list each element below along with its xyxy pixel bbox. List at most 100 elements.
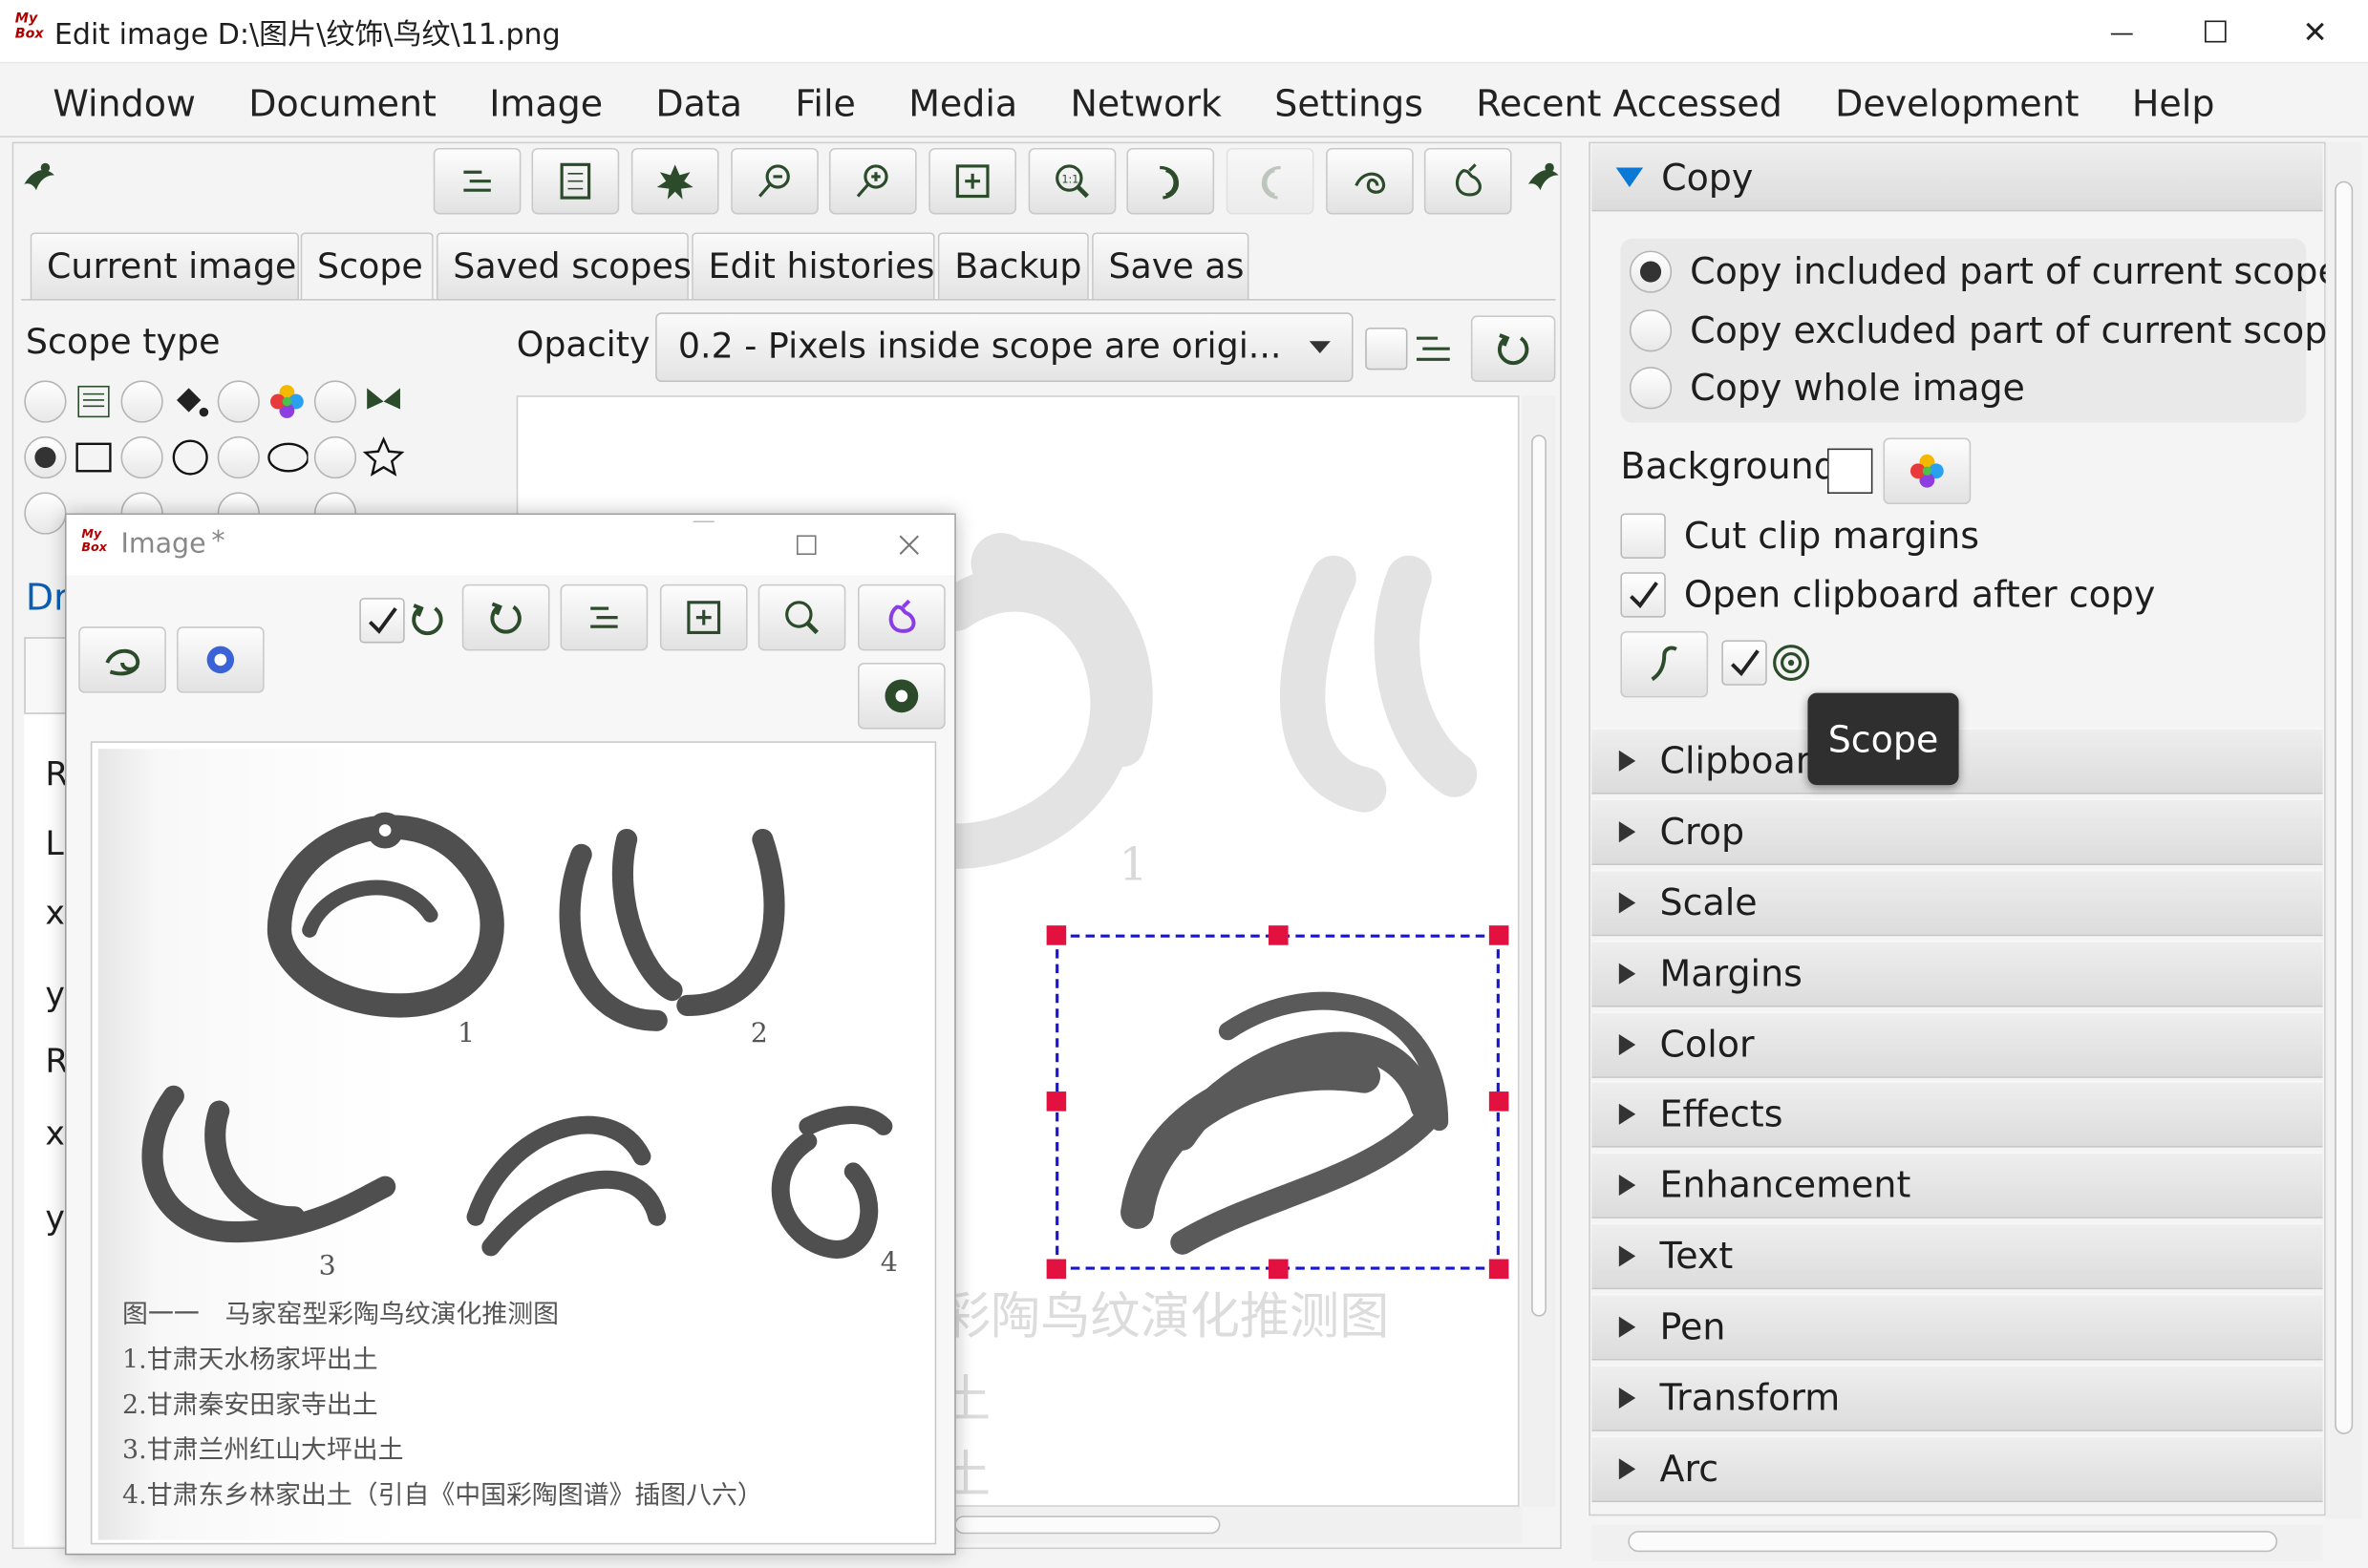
section-effects[interactable]: Effects [1591, 1080, 2323, 1148]
menu-window[interactable]: Window [53, 83, 196, 125]
resize-handle[interactable] [1046, 1091, 1067, 1112]
section-enhancement[interactable]: Enhancement [1591, 1152, 2323, 1218]
color-palette-button[interactable] [1883, 437, 1972, 505]
scope-radio-rectangle[interactable] [24, 435, 67, 479]
close-button[interactable]: ✕ [2277, 0, 2353, 63]
scope-radio-rectangle-color[interactable] [24, 492, 67, 535]
tab-scope[interactable]: Scope [300, 232, 434, 300]
menu-media[interactable]: Media [908, 83, 1017, 125]
popup-actual-size-icon[interactable] [757, 583, 846, 651]
copy-option-whole[interactable]: Copy whole image [1629, 367, 2025, 410]
popup-fit-window-icon[interactable] [659, 583, 748, 651]
resize-handle[interactable] [1046, 1259, 1067, 1280]
opacity-checkbox[interactable] [1365, 328, 1408, 371]
undo-icon[interactable] [1126, 147, 1215, 215]
align-button[interactable] [433, 147, 522, 215]
popup-close-button[interactable] [891, 527, 928, 563]
scrollbar-thumb[interactable] [954, 1515, 1221, 1535]
leaf-button[interactable] [630, 147, 719, 215]
scrollbar-thumb[interactable] [2335, 180, 2354, 1434]
inner-tab[interactable] [24, 637, 67, 716]
resize-handle[interactable] [1269, 925, 1289, 945]
background-color-swatch[interactable] [1827, 448, 1873, 494]
popup-image-area[interactable]: 1 2 3 4 图一一 马家窑型彩陶鸟纹演化推测图 1.甘肃天水杨家坪出土 2.… [90, 741, 937, 1545]
radio-excluded[interactable] [1629, 309, 1673, 352]
scrollbar-thumb[interactable] [1531, 434, 1547, 1317]
opacity-select[interactable]: 0.2 - Pixels inside scope are origi... [655, 312, 1354, 382]
popup-maximize-button[interactable] [788, 527, 824, 563]
open-clipboard-checkbox[interactable] [1620, 572, 1666, 618]
document-button[interactable] [531, 147, 620, 215]
radio-included[interactable] [1629, 250, 1673, 293]
redo-icon[interactable] [1226, 147, 1314, 215]
menu-document[interactable]: Document [248, 83, 437, 125]
menu-file[interactable]: File [795, 83, 856, 125]
resize-handle[interactable] [1488, 1259, 1509, 1280]
vertical-scrollbar[interactable] [1522, 395, 1556, 1507]
tab-saved-scopes[interactable]: Saved scopes [436, 232, 692, 300]
horizontal-scrollbar[interactable] [954, 1506, 1523, 1543]
section-margins[interactable]: Margins [1591, 940, 2323, 1007]
scope-radio-ellipse[interactable] [217, 435, 260, 479]
section-transform[interactable]: Transform [1591, 1365, 2323, 1431]
open-clipboard-option[interactable]: Open clipboard after copy [1620, 572, 2155, 618]
minimize-button[interactable]: — [2084, 0, 2160, 63]
scope-radio-fill[interactable] [120, 380, 163, 423]
section-arc[interactable]: Arc [1591, 1435, 2323, 1503]
scope-radio-color[interactable] [217, 380, 260, 423]
popup-minimize-button[interactable] [686, 520, 722, 523]
menu-data[interactable]: Data [655, 83, 742, 125]
cut-clip-checkbox[interactable] [1620, 513, 1666, 559]
copy-section-header[interactable]: Copy [1591, 144, 2323, 212]
maximize-button[interactable]: ☐ [2178, 0, 2253, 63]
zoom-out-icon[interactable] [731, 147, 819, 215]
scope-selection-rectangle[interactable] [1056, 934, 1500, 1270]
scope-radio-outline[interactable] [313, 380, 357, 423]
scope-radio-polygon[interactable] [313, 435, 357, 479]
radio-whole[interactable] [1629, 367, 1673, 410]
cut-clip-margins-option[interactable]: Cut clip margins [1620, 513, 1979, 559]
popup-align-button[interactable] [560, 583, 649, 651]
copy-option-excluded[interactable]: Copy excluded part of current scope [1629, 309, 2350, 352]
zoom-in-icon[interactable] [828, 147, 917, 215]
menu-development[interactable]: Development [1835, 83, 2079, 125]
menu-recent-accessed[interactable]: Recent Accessed [1476, 83, 1782, 125]
popup-sync-checkbox[interactable] [359, 598, 405, 644]
pear-icon[interactable] [1423, 147, 1512, 215]
resize-handle[interactable] [1488, 1091, 1509, 1112]
menu-settings[interactable]: Settings [1274, 83, 1423, 125]
settings-gear-icon[interactable] [176, 626, 265, 693]
refresh-button[interactable] [1470, 315, 1556, 382]
resize-handle[interactable] [1488, 925, 1509, 945]
swirl-icon[interactable] [1326, 147, 1414, 215]
menu-image[interactable]: Image [489, 83, 603, 125]
scope-radio-circle[interactable] [120, 435, 163, 479]
copy-option-included[interactable]: Copy included part of current scope [1629, 250, 2340, 293]
scrollbar-thumb[interactable] [1628, 1531, 2278, 1553]
popup-flower-icon[interactable] [858, 663, 946, 730]
copy-action-button[interactable] [1620, 630, 1709, 698]
menu-help[interactable]: Help [2132, 83, 2215, 125]
right-horizontal-scrollbar[interactable] [1591, 1524, 2323, 1561]
scope-checkbox[interactable] [1721, 640, 1767, 686]
section-color[interactable]: Color [1591, 1011, 2323, 1078]
section-pen[interactable]: Pen [1591, 1293, 2323, 1361]
right-vertical-scrollbar[interactable] [2325, 141, 2362, 1519]
popup-pear-icon[interactable] [858, 583, 946, 651]
draw-link[interactable]: Dr [26, 577, 69, 619]
tab-save-as[interactable]: Save as [1092, 232, 1249, 300]
section-crop[interactable]: Crop [1591, 798, 2323, 865]
popup-refresh-button[interactable] [461, 583, 550, 651]
resize-handle[interactable] [1269, 1259, 1289, 1280]
tab-current-image[interactable]: Current image [30, 232, 300, 300]
actual-size-icon[interactable]: 1:1 [1028, 147, 1117, 215]
fit-window-icon[interactable] [928, 147, 1017, 215]
tab-edit-histories[interactable]: Edit histories [692, 232, 935, 300]
section-scale[interactable]: Scale [1591, 869, 2323, 937]
section-text[interactable]: Text [1591, 1222, 2323, 1290]
swirl-button[interactable] [78, 626, 166, 693]
scope-radio-matting[interactable] [24, 380, 67, 423]
resize-handle[interactable] [1046, 925, 1067, 945]
tab-backup[interactable]: Backup [937, 232, 1089, 300]
menu-network[interactable]: Network [1071, 83, 1222, 125]
